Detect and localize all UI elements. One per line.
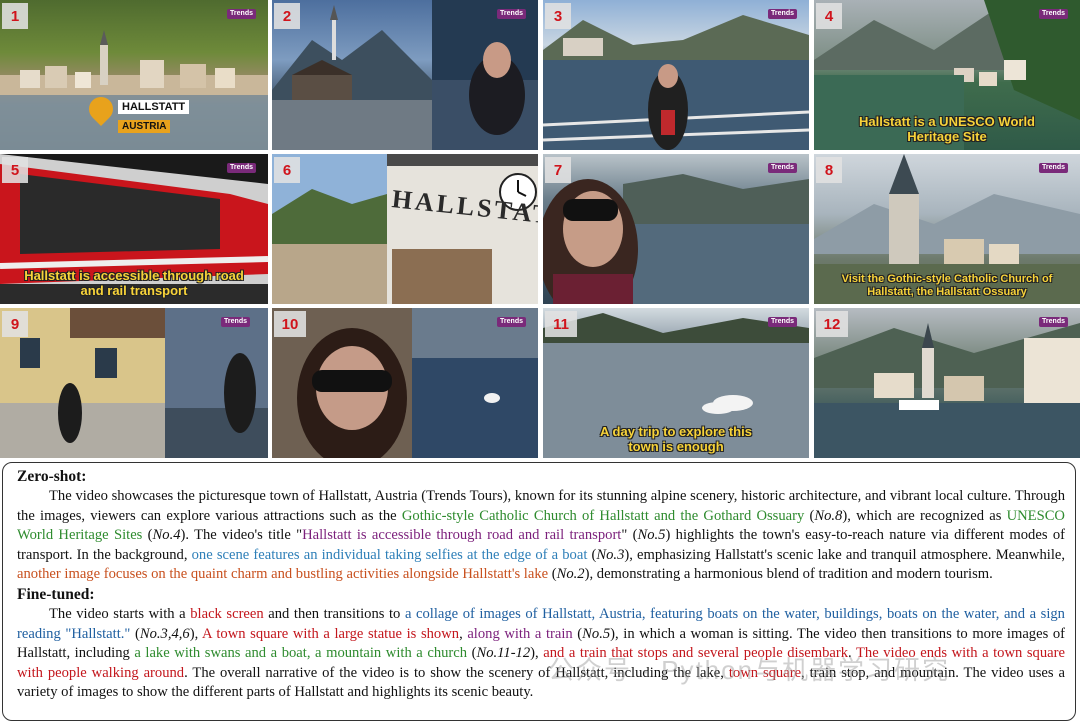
video-caption: Visit the Gothic-style Catholic Church o…: [841, 273, 1053, 298]
frame-12: 12 Trends: [814, 308, 1080, 458]
frame-number: 4: [816, 3, 842, 29]
zero-shot-paragraph: The video showcases the picturesque town…: [17, 488, 1065, 583]
channel-logo: Trends: [497, 317, 526, 327]
frame-number: 1: [2, 3, 28, 29]
frame-1: 1 Trends HALLSTATT AUSTRIA: [0, 0, 268, 150]
lakeside-scene: [272, 0, 538, 150]
channel-logo: Trends: [227, 9, 256, 19]
frame-6: 6 HALLSTATT: [272, 154, 538, 304]
channel-logo: Trends: [497, 9, 526, 19]
selfie-boat-scene: [543, 174, 809, 304]
frame-9: 9 Trends: [0, 308, 268, 458]
image-collage: 1 Trends HALLSTATT AUSTRIA 2 Trends 3 Tr…: [0, 0, 1080, 462]
channel-logo: Trends: [221, 317, 250, 327]
frame-number: 7: [545, 157, 571, 183]
frame-number: 5: [2, 157, 28, 183]
frame-number: 8: [816, 157, 842, 183]
location-label-city: HALLSTATT: [118, 100, 190, 114]
frame-number: 3: [545, 3, 571, 29]
frame-8: 8 Trends Visit the Gothic-style Catholic…: [814, 154, 1080, 304]
town-church-scene: [814, 323, 1080, 458]
channel-logo: Trends: [227, 163, 256, 173]
frame-5: 5 Trends Hallstatt is accessible through…: [0, 154, 268, 304]
channel-logo: Trends: [768, 163, 797, 173]
town-square-scene: [0, 308, 268, 458]
frame-10: 10 Trends: [272, 308, 538, 458]
station-sign-scene: [272, 154, 538, 304]
channel-logo: Trends: [1039, 163, 1068, 173]
channel-logo: Trends: [768, 9, 797, 19]
frame-number: 12: [816, 311, 848, 337]
zero-shot-heading: Zero-shot:: [17, 468, 87, 485]
channel-logo: Trends: [1039, 317, 1068, 327]
channel-logo: Trends: [768, 317, 797, 327]
frame-3: 3 Trends: [543, 0, 809, 150]
video-caption: Hallstatt is a UNESCO World Heritage Sit…: [858, 114, 1035, 144]
boat-selfie-scene: [543, 15, 809, 150]
frame-2: 2 Trends: [272, 0, 538, 150]
wechat-watermark: 公众号 · Python与机器学习研究: [548, 655, 951, 685]
frame-number: 6: [274, 157, 300, 183]
frame-number: 9: [2, 311, 28, 337]
channel-logo: Trends: [1039, 9, 1068, 19]
video-caption: A day trip to explore this town is enoug…: [600, 424, 752, 454]
frame-11: 11 Trends A day trip to explore this tow…: [543, 308, 809, 458]
frame-7: 7 Trends: [543, 154, 809, 304]
frame-number: 10: [274, 311, 306, 337]
frame-number: 11: [545, 311, 577, 337]
frame-4: 4 Trends Hallstatt is a UNESCO World Her…: [814, 0, 1080, 150]
swan-selfie-scene: [272, 308, 538, 458]
video-caption: Hallstatt is accessible through road and…: [24, 268, 244, 298]
location-label-country: AUSTRIA: [118, 120, 171, 133]
frame-number: 2: [274, 3, 300, 29]
fine-tuned-heading: Fine-tuned:: [17, 585, 95, 603]
